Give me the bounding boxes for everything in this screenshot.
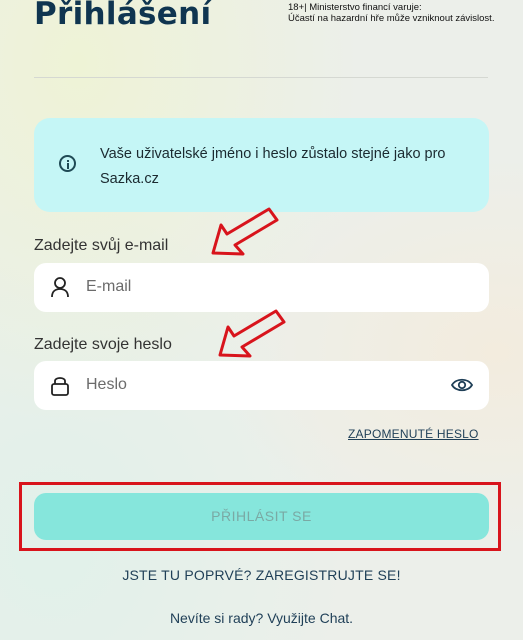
page-title: Přihlášení xyxy=(34,0,212,32)
info-text: Vaše uživatelské jméno i heslo zůstalo s… xyxy=(100,146,446,187)
eye-icon[interactable] xyxy=(450,377,474,398)
gambling-warning: 18+| Ministerstvo financí varuje: Účastí… xyxy=(288,2,518,24)
register-link[interactable]: JSTE TU POPRVÉ? ZAREGISTRUJTE SE! xyxy=(0,567,523,583)
lock-icon xyxy=(50,374,70,401)
help-chat-link[interactable]: Nevíte si rady? Využijte Chat. xyxy=(0,610,523,626)
email-field[interactable]: E-mail xyxy=(34,263,489,312)
login-button[interactable]: PŘIHLÁSIT SE xyxy=(34,493,489,540)
email-placeholder: E-mail xyxy=(86,278,132,295)
warning-line-1: 18+| Ministerstvo financí varuje: xyxy=(288,2,422,13)
password-field[interactable]: Heslo xyxy=(34,361,489,410)
info-banner: Vaše uživatelské jméno i heslo zůstalo s… xyxy=(34,118,489,212)
annotation-arrow-email-icon xyxy=(211,207,279,256)
warning-line-2: Účastí na hazardní hře může vzniknout zá… xyxy=(288,13,495,24)
password-placeholder: Heslo xyxy=(86,376,127,393)
annotation-arrow-password-icon xyxy=(218,309,286,358)
email-label: Zadejte svůj e-mail xyxy=(34,237,169,254)
header-divider xyxy=(34,77,488,78)
forgot-password-link[interactable]: ZAPOMENUTÉ HESLO xyxy=(348,427,479,441)
password-label: Zadejte svoje heslo xyxy=(34,336,172,353)
user-icon xyxy=(50,276,70,303)
info-icon xyxy=(59,155,76,172)
